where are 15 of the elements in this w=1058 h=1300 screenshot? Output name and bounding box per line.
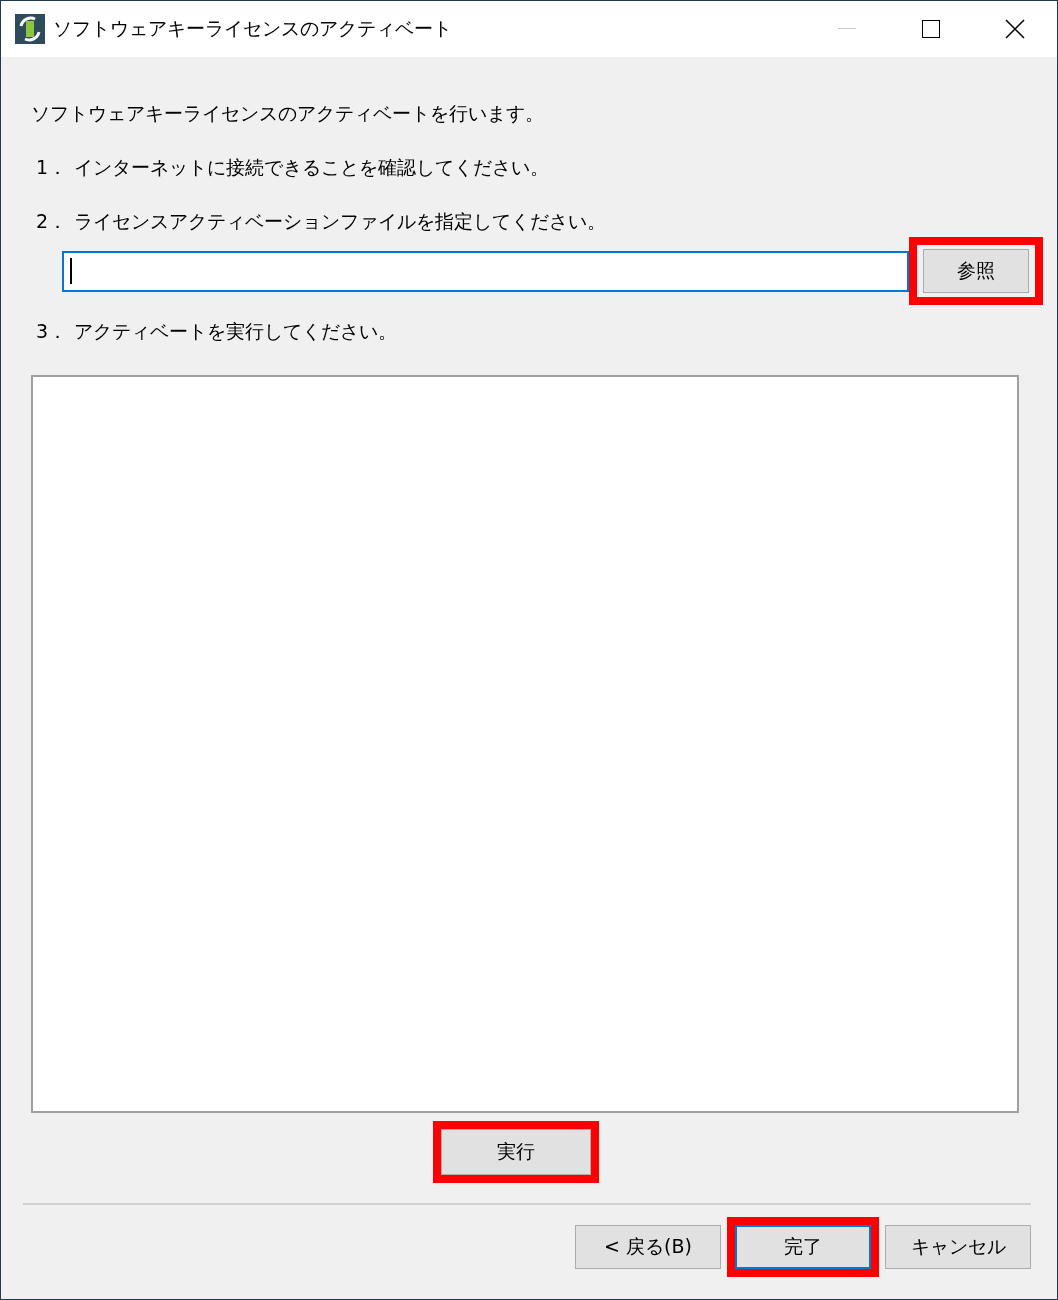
intro-text: ソフトウェアキーライセンスのアクティベートを行います。 — [31, 101, 545, 126]
step-number: 1． — [36, 155, 69, 180]
step-number: 2． — [36, 209, 69, 234]
file-path-field[interactable] — [62, 250, 909, 292]
app-icon — [15, 14, 45, 44]
footer-button[interactable]: < 戻る(B) — [575, 1225, 721, 1269]
step-text: インターネットに接続できることを確認してください。 — [74, 155, 549, 180]
footer-button[interactable]: キャンセル — [885, 1225, 1031, 1269]
step-number: 3． — [36, 319, 69, 344]
footer-button[interactable]: 完了 — [735, 1225, 871, 1269]
step-text: ライセンスアクティベーションファイルを指定してください。 — [74, 209, 606, 234]
browse-button[interactable]: 参照 — [923, 249, 1029, 293]
window-title: ソフトウェアキーライセンスのアクティベート — [53, 16, 453, 41]
step-text: アクティベートを実行してください。 — [74, 319, 397, 344]
execute-button[interactable]: 実行 — [441, 1129, 591, 1175]
